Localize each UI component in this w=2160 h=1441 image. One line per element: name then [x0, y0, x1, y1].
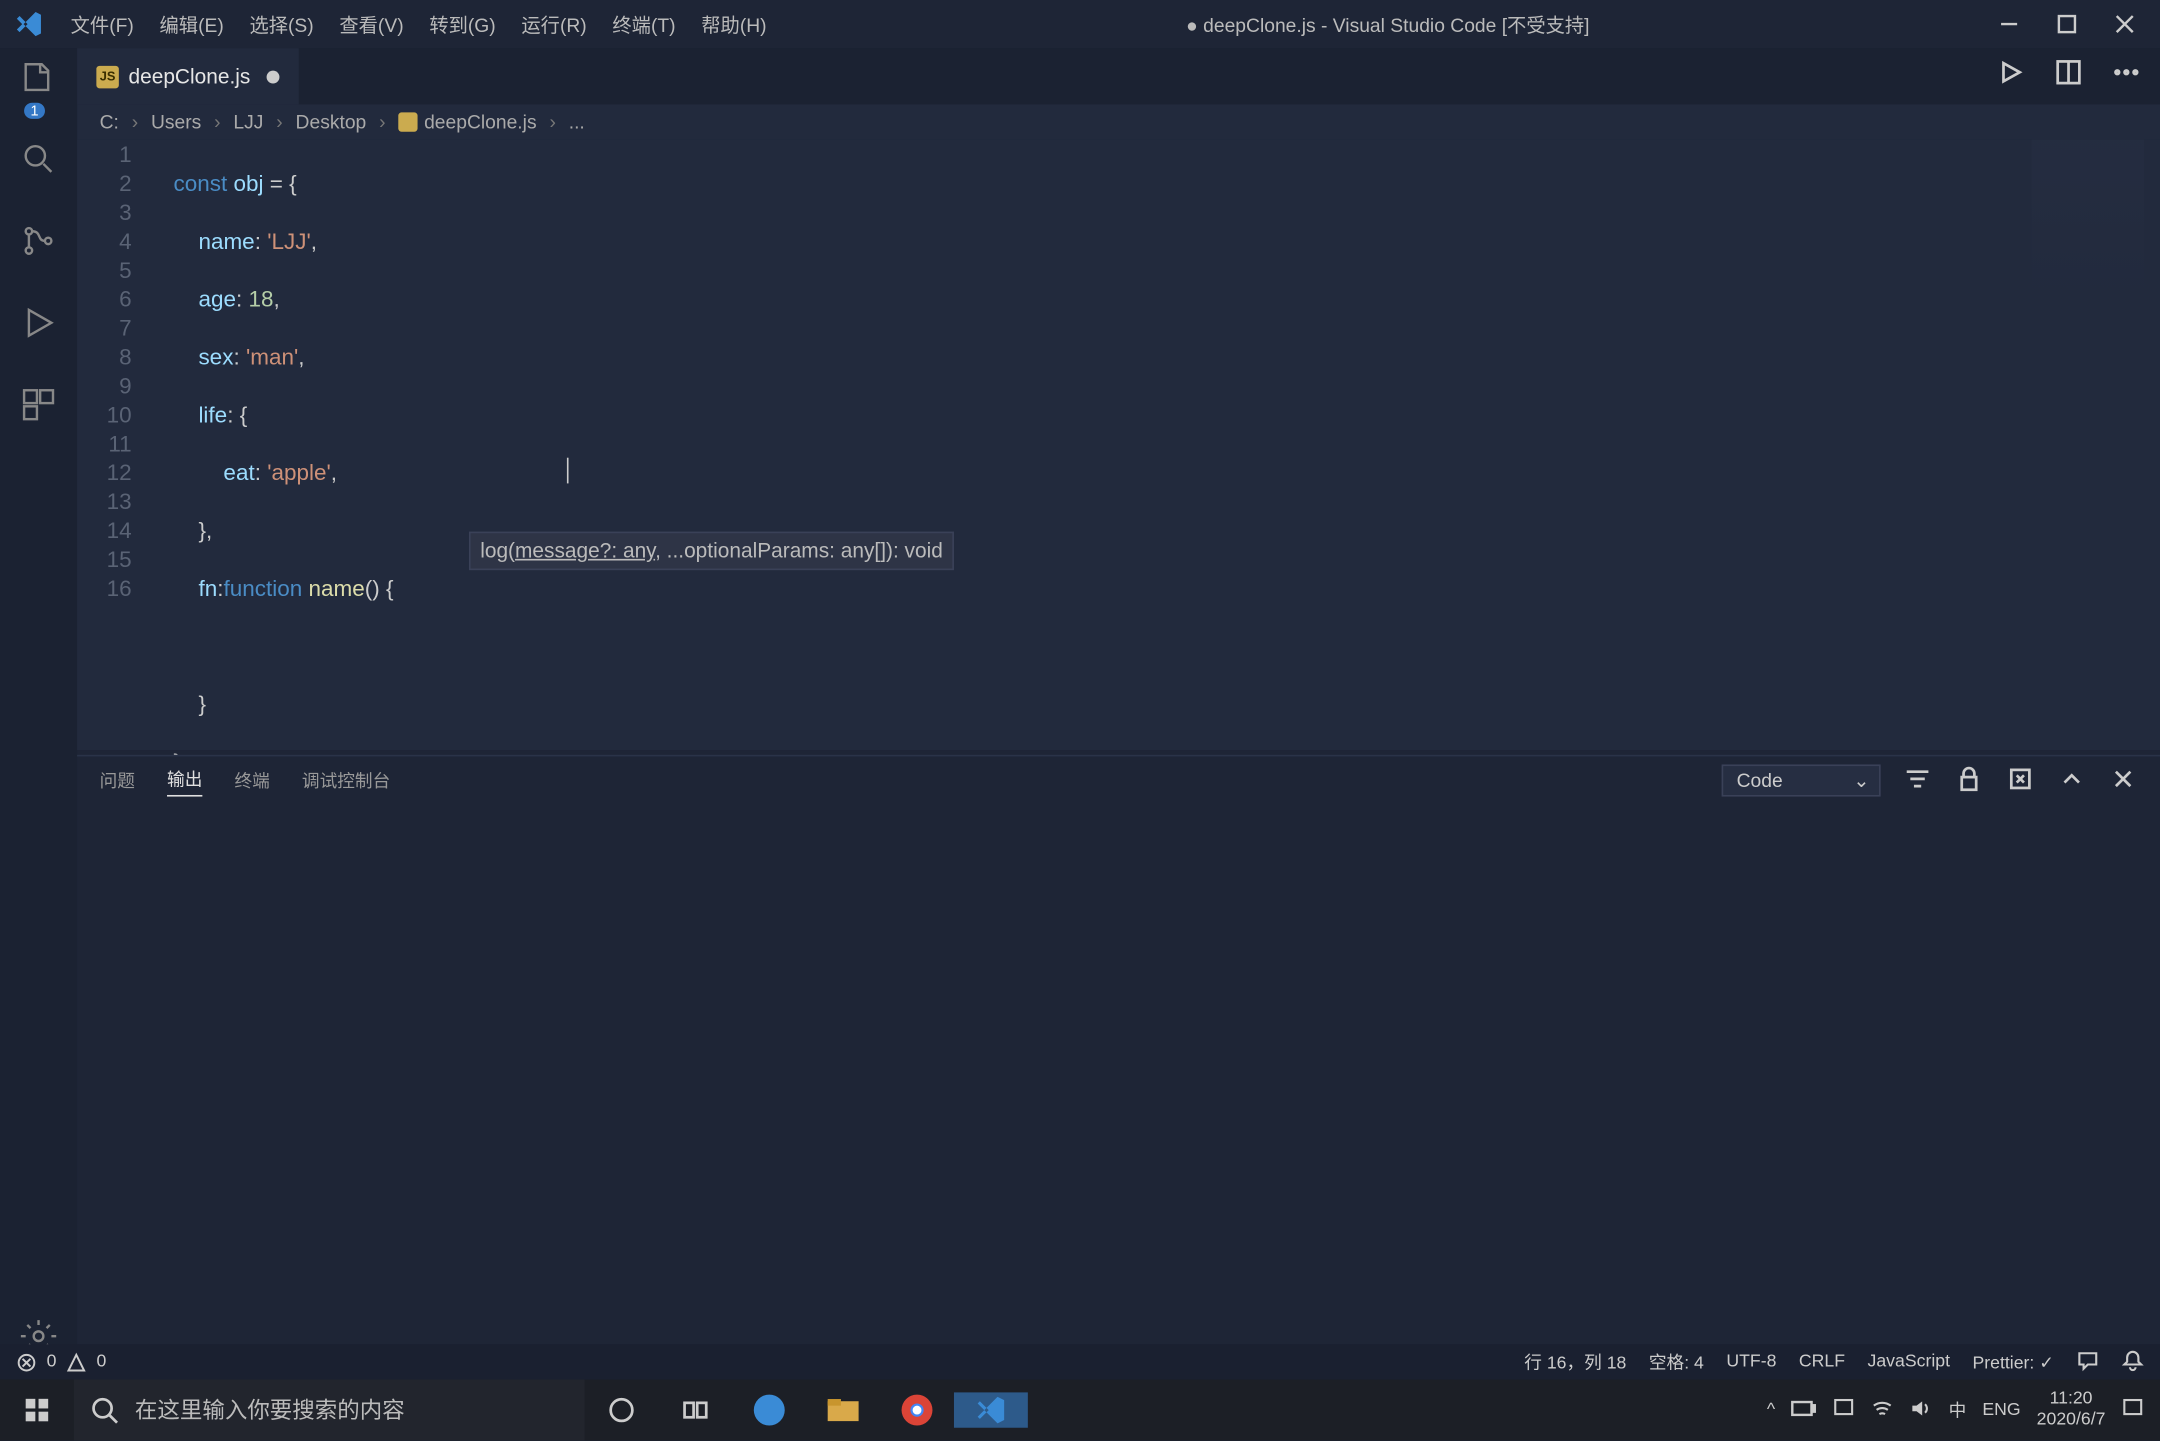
- bc-tail[interactable]: ...: [569, 111, 585, 133]
- minimap[interactable]: [2032, 140, 2144, 301]
- bc-desktop[interactable]: Desktop: [296, 111, 367, 133]
- breadcrumb[interactable]: C:› Users› LJJ› Desktop› deepClone.js› .…: [77, 104, 2160, 139]
- task-chrome-icon[interactable]: [880, 1392, 954, 1427]
- menu-view[interactable]: 查看(V): [327, 10, 417, 37]
- menu-go[interactable]: 转到(G): [416, 10, 508, 37]
- explorer-badge: 1: [24, 103, 45, 119]
- window-minimize-icon[interactable]: [1996, 11, 2022, 37]
- tray-wifi-icon[interactable]: [1872, 1396, 1894, 1423]
- output-lock-icon[interactable]: [1955, 764, 1984, 798]
- bc-file[interactable]: deepClone.js: [424, 111, 537, 133]
- tray-network-icon[interactable]: [1833, 1396, 1855, 1423]
- run-icon[interactable]: [1996, 58, 2025, 95]
- output-channel-select[interactable]: Code ⌄: [1722, 764, 1880, 796]
- panel-tab-problems[interactable]: 问题: [100, 768, 135, 794]
- window-title: ● deepClone.js - Visual Studio Code [不受支…: [779, 10, 1996, 37]
- panel-tab-output[interactable]: 输出: [167, 765, 202, 796]
- taskbar-search[interactable]: 在这里输入你要搜索的内容: [74, 1380, 585, 1441]
- activity-scm[interactable]: [19, 222, 58, 269]
- bc-users[interactable]: Users: [151, 111, 201, 133]
- search-placeholder: 在这里输入你要搜索的内容: [135, 1394, 405, 1426]
- unsaved-dot-icon: [266, 70, 279, 83]
- panel-tab-terminal[interactable]: 终端: [234, 768, 269, 794]
- chevron-down-icon: ⌄: [1853, 769, 1869, 791]
- status-bell-icon[interactable]: [2122, 1348, 2144, 1375]
- tab-deepclone[interactable]: JS deepClone.js: [77, 48, 298, 104]
- status-indent[interactable]: 空格: 4: [1649, 1349, 1704, 1375]
- task-explorer-icon[interactable]: [806, 1392, 880, 1427]
- panel-maximize-icon[interactable]: [2057, 764, 2086, 798]
- js-file-icon: [398, 112, 417, 131]
- title-bar: 文件(F) 编辑(E) 选择(S) 查看(V) 转到(G) 运行(R) 终端(T…: [0, 0, 2160, 48]
- activity-debug[interactable]: [19, 304, 58, 351]
- menu-selection[interactable]: 选择(S): [237, 10, 327, 37]
- windows-taskbar: 在这里输入你要搜索的内容 ^ 中 ENG 11:20 2020/6/7: [0, 1380, 2160, 1441]
- tray-ime1[interactable]: 中: [1949, 1397, 1967, 1423]
- tray-ime2[interactable]: ENG: [1982, 1400, 2020, 1419]
- output-filter-icon[interactable]: [1903, 764, 1932, 798]
- status-encoding[interactable]: UTF-8: [1726, 1352, 1776, 1371]
- bc-ljj[interactable]: LJJ: [233, 111, 263, 133]
- menu-edit[interactable]: 编辑(E): [147, 10, 237, 37]
- tray-battery-icon[interactable]: [1791, 1398, 1817, 1422]
- task-vscode-icon[interactable]: [954, 1392, 1028, 1427]
- status-language[interactable]: JavaScript: [1868, 1352, 1950, 1371]
- task-taskview-icon[interactable]: [658, 1396, 732, 1425]
- start-button[interactable]: [0, 1380, 74, 1441]
- output-clear-icon[interactable]: [2006, 764, 2035, 798]
- text-cursor-icon: [567, 458, 569, 484]
- tray-chevron-up-icon[interactable]: ^: [1767, 1400, 1775, 1419]
- tray-volume-icon[interactable]: [1910, 1396, 1932, 1423]
- editor-tabs: JS deepClone.js: [0, 48, 2160, 104]
- tab-filename: deepClone.js: [128, 64, 250, 88]
- bc-c[interactable]: C:: [100, 111, 119, 133]
- menu-terminal[interactable]: 终端(T): [600, 10, 689, 37]
- status-prettier[interactable]: Prettier: ✓: [1972, 1351, 2054, 1372]
- status-cursor-pos[interactable]: 行 16，列 18: [1524, 1349, 1626, 1375]
- activity-explorer[interactable]: 1: [19, 58, 58, 105]
- status-bar: 0 0 行 16，列 18 空格: 4 UTF-8 CRLF JavaScrip…: [0, 1344, 2160, 1379]
- signature-help-popup: log(message?: any, ...optionalParams: an…: [469, 532, 954, 571]
- menu-run[interactable]: 运行(R): [509, 10, 600, 37]
- window-maximize-icon[interactable]: [2054, 11, 2080, 37]
- activity-bar: 1: [0, 48, 77, 1379]
- task-cortana-icon[interactable]: [585, 1396, 659, 1425]
- window-close-icon[interactable]: [2112, 11, 2138, 37]
- panel-close-icon[interactable]: [2109, 764, 2138, 798]
- system-tray[interactable]: ^ 中 ENG 11:20 2020/6/7: [1751, 1380, 2160, 1441]
- activity-search[interactable]: [19, 140, 58, 187]
- code-editor[interactable]: 12345678910111213141516 const obj = { na…: [77, 140, 2160, 750]
- search-icon: [90, 1396, 119, 1425]
- line-gutter: 12345678910111213141516: [77, 140, 157, 603]
- activity-extensions[interactable]: [19, 385, 58, 432]
- more-icon[interactable]: [2112, 58, 2141, 95]
- bottom-panel: 问题 输出 终端 调试控制台 Code ⌄: [77, 755, 2160, 1380]
- status-eol[interactable]: CRLF: [1799, 1352, 1845, 1371]
- tray-notifications-icon[interactable]: [2122, 1396, 2144, 1423]
- tray-clock[interactable]: 11:20 2020/6/7: [2037, 1389, 2106, 1431]
- js-file-icon: JS: [96, 65, 118, 87]
- panel-tab-debug-console[interactable]: 调试控制台: [302, 768, 390, 794]
- status-feedback-icon[interactable]: [2077, 1348, 2099, 1375]
- menu-file[interactable]: 文件(F): [58, 10, 147, 37]
- task-edge-icon[interactable]: [732, 1392, 806, 1427]
- split-editor-icon[interactable]: [2054, 58, 2083, 95]
- menu-help[interactable]: 帮助(H): [688, 10, 779, 37]
- vscode-logo-icon: [13, 8, 45, 40]
- status-problems[interactable]: 0 0: [16, 1351, 106, 1372]
